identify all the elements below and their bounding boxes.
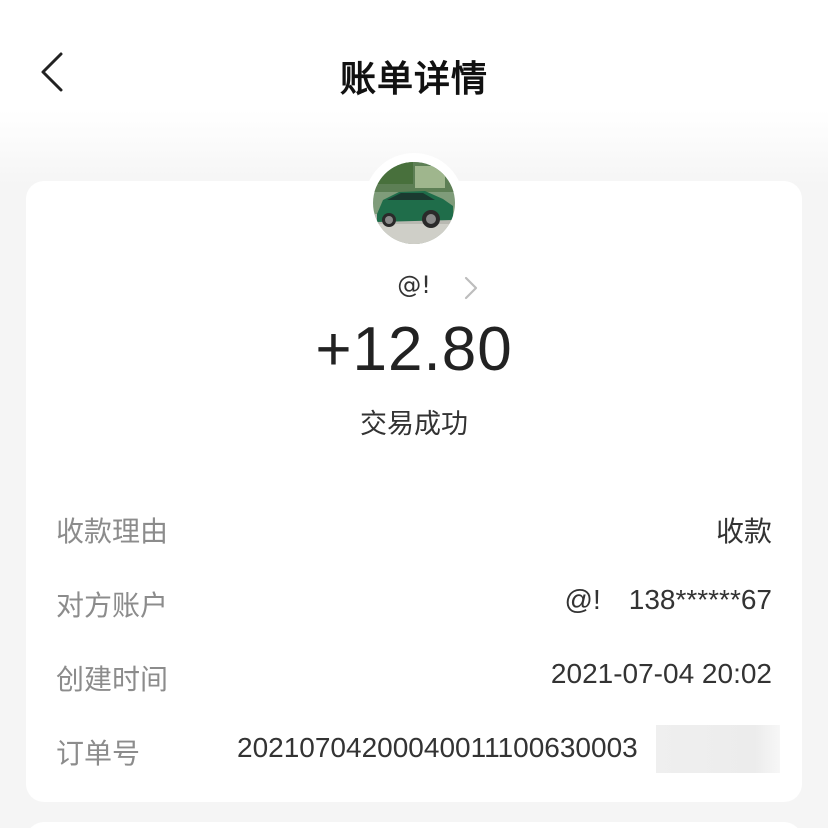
- payer-name: @!: [397, 271, 431, 299]
- account-name: @!: [564, 584, 601, 615]
- reason-value: 收款: [715, 515, 772, 548]
- transaction-amount: +12.80: [315, 315, 513, 384]
- avatar-frame: [364, 153, 464, 253]
- detail-row-account: 对方账户 @! 138******67: [56, 584, 772, 624]
- reason-label: 收款理由: [56, 515, 169, 548]
- account-value: @! 138******67: [565, 584, 772, 616]
- time-label: 创建时间: [56, 663, 169, 696]
- time-value: 2021-07-04 20:02: [550, 658, 772, 689]
- order-label: 订单号: [56, 737, 141, 770]
- car-photo-image: [373, 162, 455, 244]
- account-number: 138******67: [628, 584, 772, 615]
- account-label: 对方账户: [56, 589, 169, 622]
- bill-detail-page: 账单详情 @! +12.80 交易成功 收款理由 收款 对方账户 @! 138*…: [0, 0, 828, 828]
- top-nav-bar: 账单详情: [0, 0, 828, 145]
- avatar[interactable]: [373, 162, 455, 244]
- chevron-right-icon: [464, 276, 478, 300]
- redaction-block: [656, 725, 780, 773]
- page-title: 账单详情: [339, 59, 488, 100]
- detail-row-reason: 收款理由 收款: [56, 510, 772, 550]
- payer-name-row[interactable]: @!: [0, 270, 828, 306]
- transaction-status: 交易成功: [360, 409, 468, 440]
- order-value[interactable]: 20210704200040011100630003: [237, 732, 663, 764]
- detail-row-time: 创建时间 2021-07-04 20:02: [56, 658, 772, 698]
- secondary-card: [26, 822, 802, 828]
